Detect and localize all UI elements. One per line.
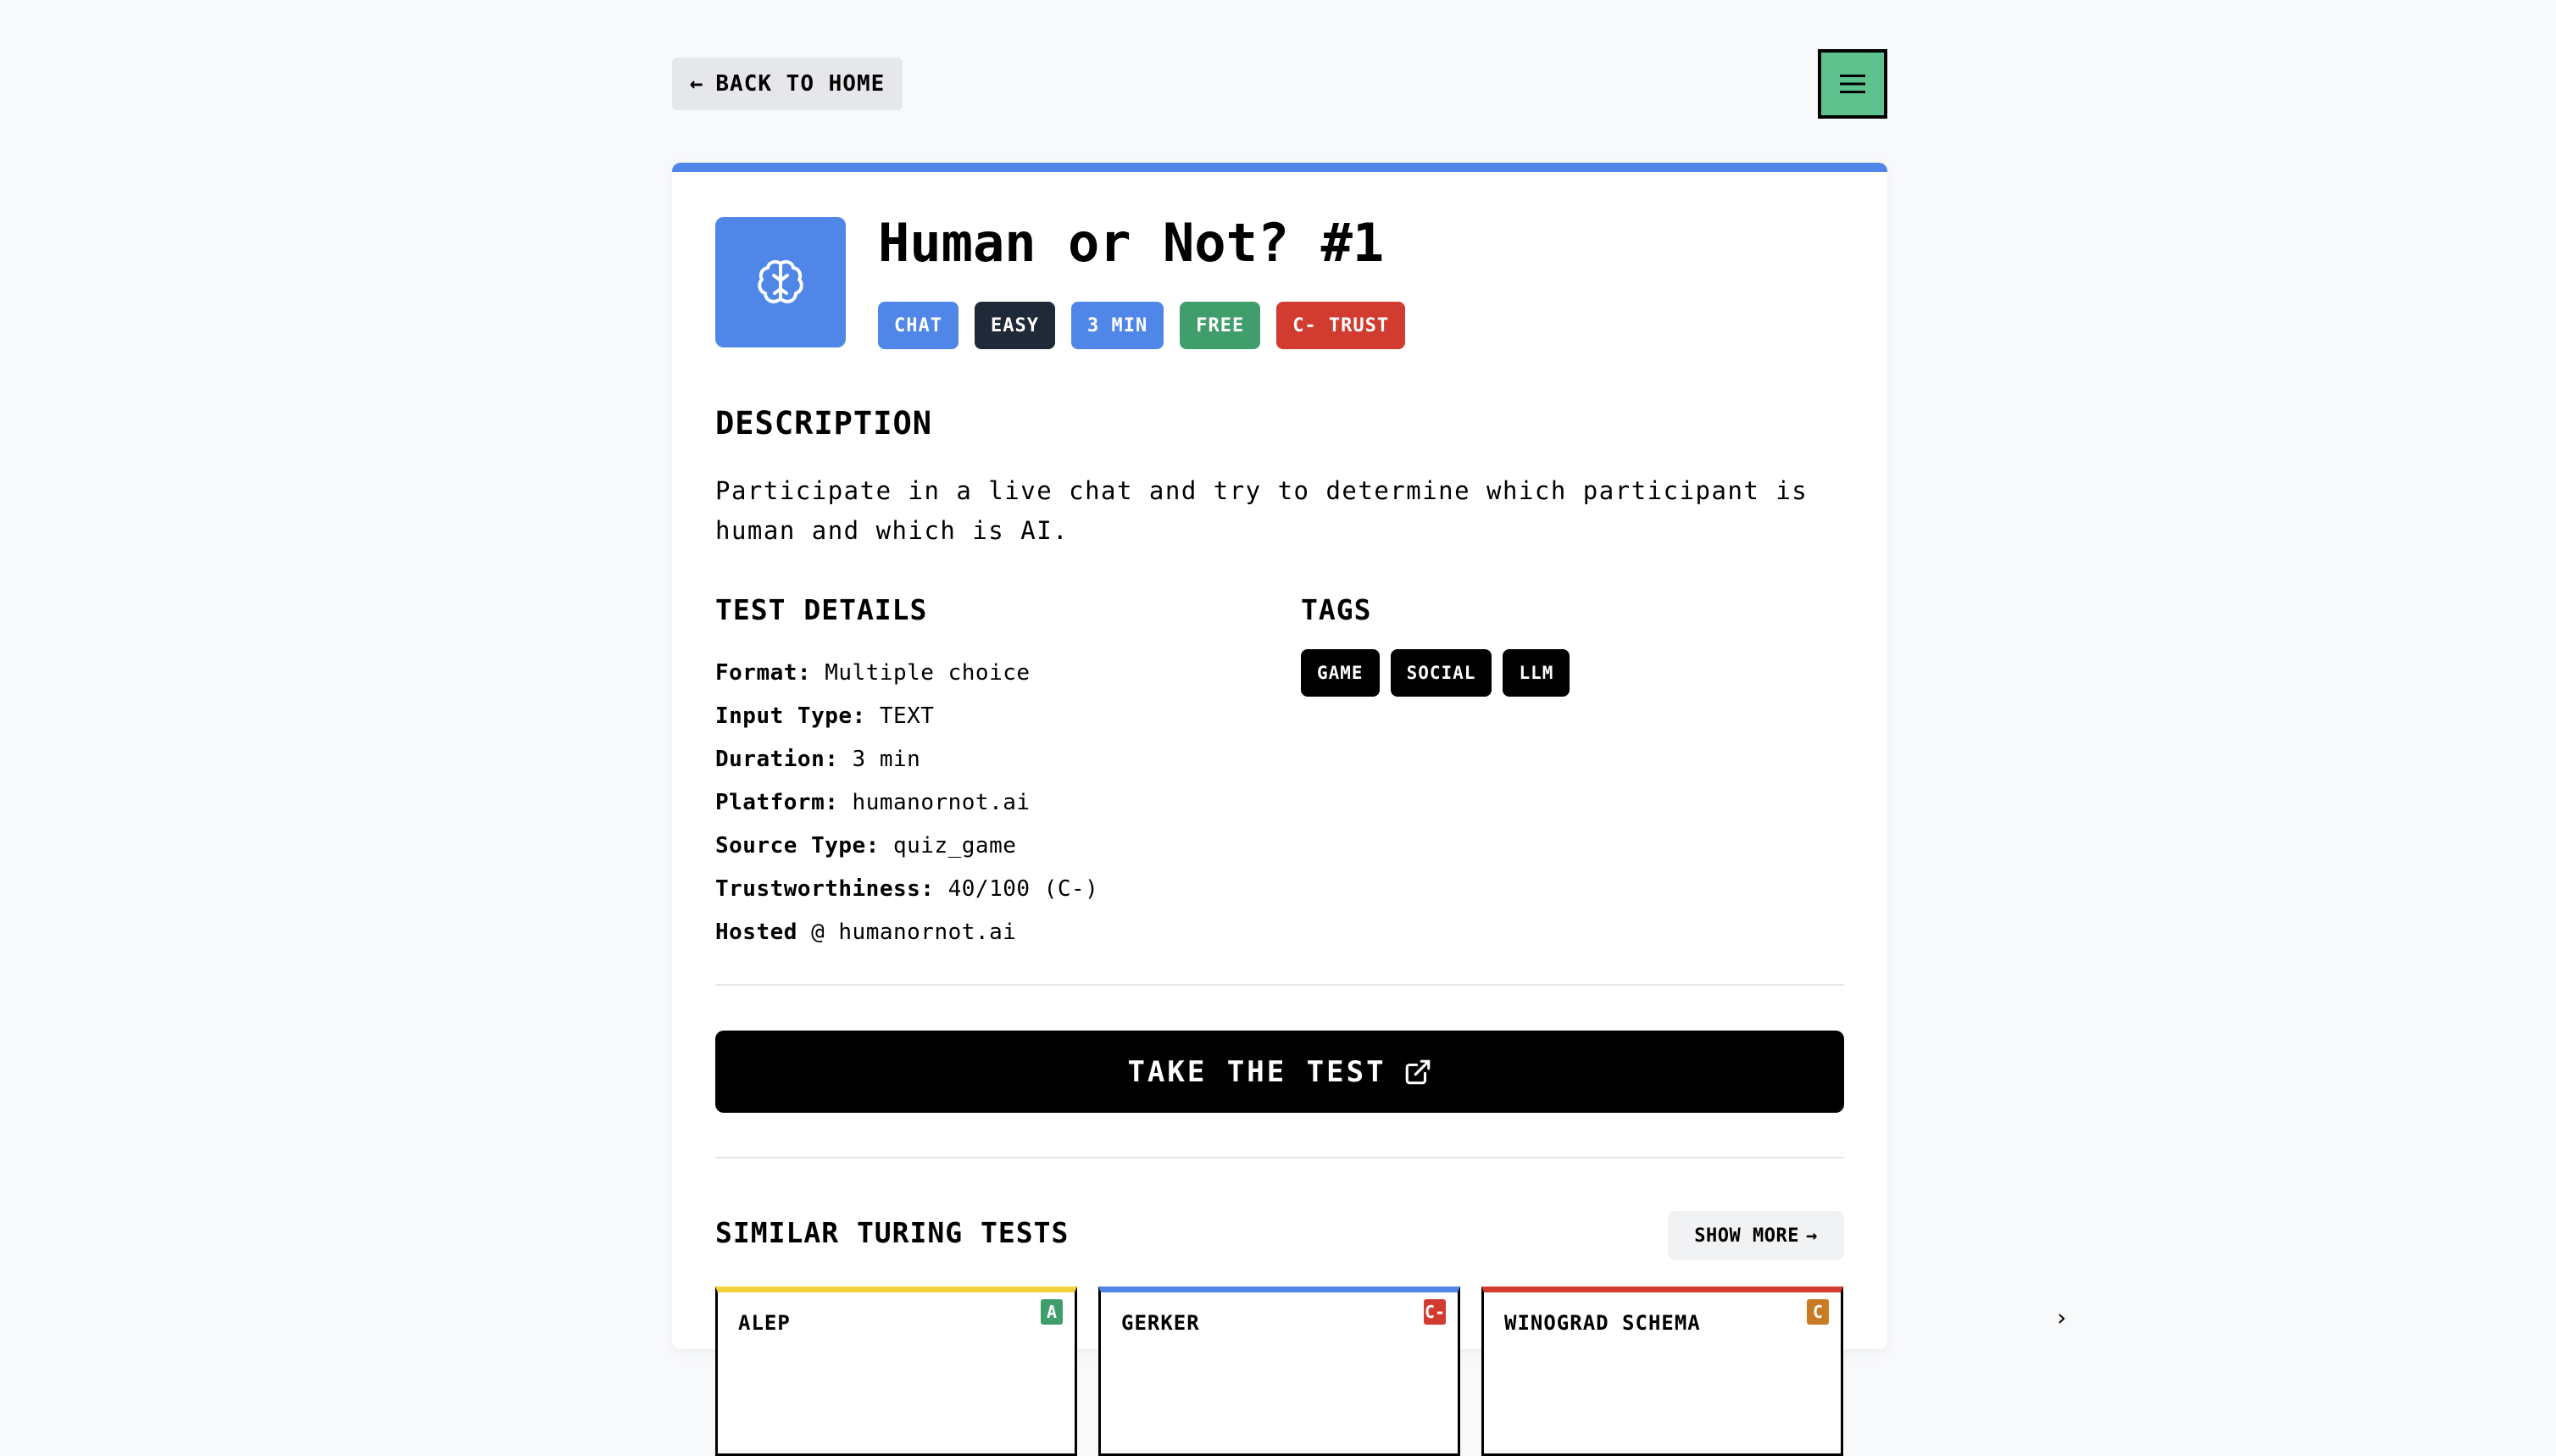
show-more-button[interactable]: SHOW MORE → <box>1668 1211 1844 1260</box>
arrow-right-icon: → <box>1805 1225 1818 1247</box>
tag-llm[interactable]: LLM <box>1503 649 1570 697</box>
description-heading: DESCRIPTION <box>715 405 933 442</box>
badge-price: FREE <box>1180 302 1261 349</box>
badge-difficulty: EASY <box>974 302 1055 349</box>
badge-trust: C- TRUST <box>1276 302 1406 349</box>
grade-badge: A <box>1041 1299 1063 1325</box>
test-details-heading: TEST DETAILS <box>715 593 928 626</box>
tag-social[interactable]: SOCIAL <box>1390 649 1492 697</box>
grade-badge: C <box>1807 1299 1829 1325</box>
badge-category: CHAT <box>878 302 958 349</box>
similar-test-name: WINOGRAD SCHEMA <box>1504 1311 1701 1335</box>
external-link-icon <box>1405 1059 1430 1084</box>
brain-icon <box>758 259 803 303</box>
similar-tests-heading: SIMILAR TURING TESTS <box>715 1216 1070 1249</box>
detail-hosted: Hosted @ humanornot.ai <box>715 920 1017 945</box>
detail-duration: Duration: 3 min <box>715 747 921 772</box>
grade-badge: C- <box>1424 1299 1446 1325</box>
test-detail-card: Human or Not? #1 CHAT EASY 3 MIN FREE C-… <box>672 163 1887 1456</box>
similar-test-card[interactable]: GERKER C- <box>1098 1287 1460 1456</box>
take-the-test-button[interactable]: TAKE THE TEST <box>715 1031 1844 1113</box>
take-the-test-label: TAKE THE TEST <box>1127 1054 1386 1089</box>
similar-test-card[interactable]: WINOGRAD SCHEMA C <box>1481 1287 1843 1456</box>
divider <box>715 1157 1844 1159</box>
tags-heading: TAGS <box>1301 593 1372 626</box>
tag-list: GAME SOCIAL LLM <box>1301 649 1570 697</box>
divider <box>715 984 1844 986</box>
tag-game[interactable]: GAME <box>1301 649 1380 697</box>
hamburger-icon <box>1840 75 1865 93</box>
test-category-tile <box>715 217 846 347</box>
back-to-home-label: BACK TO HOME <box>715 71 886 97</box>
menu-button[interactable] <box>1818 49 1887 119</box>
detail-trustworthiness: Trustworthiness: 40/100 (C-) <box>715 876 1099 902</box>
arrow-left-icon: ← <box>689 71 704 97</box>
similar-test-name: GERKER <box>1121 1311 1200 1335</box>
description-text: Participate in a live chat and try to de… <box>715 476 1809 545</box>
similar-test-card[interactable]: ALEP A <box>715 1287 1077 1456</box>
test-details-list: Format: Multiple choice Input Type: TEXT… <box>715 652 1098 954</box>
badge-duration: 3 MIN <box>1070 302 1164 349</box>
detail-source-type: Source Type: quiz_game <box>715 833 1017 859</box>
detail-platform: Platform: humanornot.ai <box>715 790 1031 815</box>
similar-test-name: ALEP <box>738 1311 791 1335</box>
detail-format: Format: Multiple choice <box>715 660 1031 686</box>
carousel-next-icon[interactable]: › <box>2054 1303 2069 1331</box>
show-more-label: SHOW MORE <box>1694 1225 1799 1247</box>
detail-input-type: Input Type: TEXT <box>715 703 935 729</box>
back-to-home-button[interactable]: ← BACK TO HOME <box>672 58 903 110</box>
test-title: Human or Not? #1 <box>878 212 1385 274</box>
badge-row: CHAT EASY 3 MIN FREE C- TRUST <box>878 302 1406 349</box>
